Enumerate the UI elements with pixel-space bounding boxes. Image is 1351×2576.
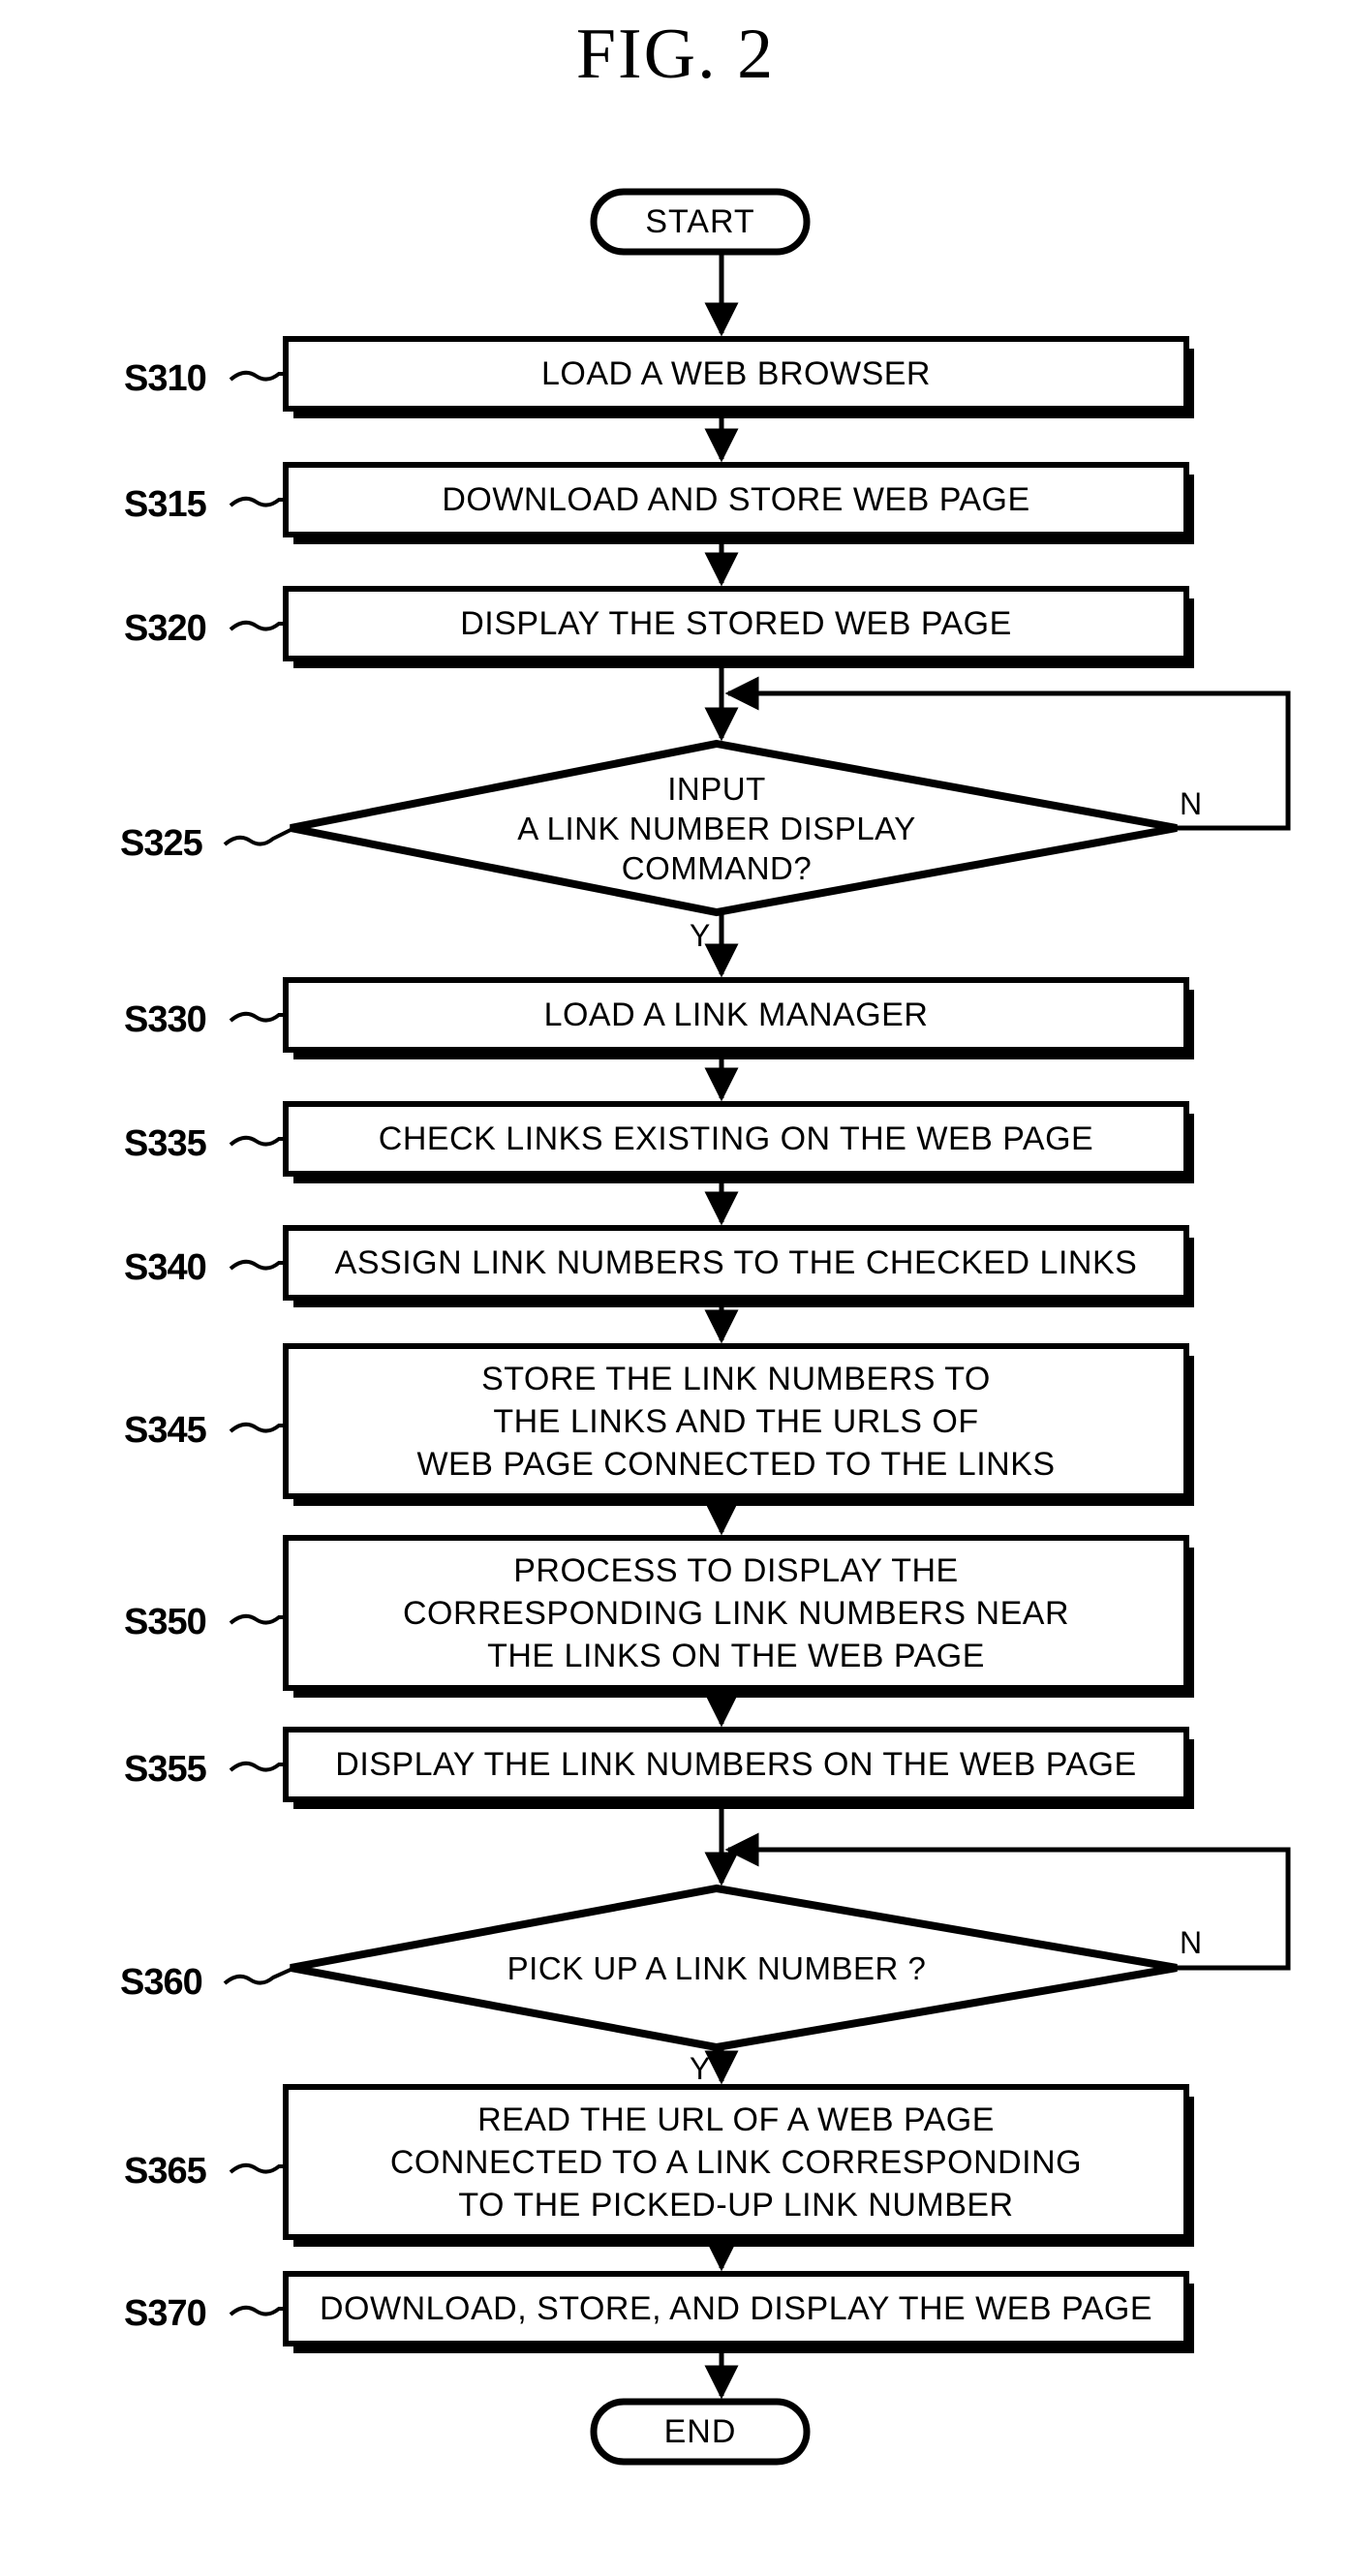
step-label-s335: S335 [124,1123,207,1164]
leader-s365 [229,2162,286,2174]
leader-s350 [229,1613,286,1625]
step-leader-lines [223,370,293,2316]
branch-label-s360-no: N [1180,1925,1203,1960]
step-label-s370: S370 [124,2293,207,2334]
node-s320-shape [283,586,1189,661]
leader-s330 [229,1011,286,1023]
leader-s335 [229,1135,286,1147]
leader-s360 [223,1967,293,1985]
node-s325-shape [290,739,1178,917]
node-start-shape [590,188,811,256]
leader-s310 [229,370,286,382]
leader-s320 [229,620,286,631]
branch-label-s325-no: N [1180,786,1203,821]
node-s330-shape [283,977,1189,1053]
node-s355-shape [283,1727,1189,1802]
step-label-s330: S330 [124,999,207,1040]
node-s315-shape [283,462,1189,537]
step-label-s365: S365 [124,2151,207,2192]
node-s370-shape [283,2271,1189,2346]
step-label-s315: S315 [124,484,207,525]
leader-s325 [223,827,293,846]
node-s335-shape [283,1101,1189,1177]
step-label-s340: S340 [124,1247,207,1288]
figure-page: FIG. 2 START END LOAD A WEB BROWSER DOWN… [0,0,1351,2576]
leader-s345 [229,1422,286,1433]
node-s350-shape [283,1535,1189,1691]
node-end-shape [590,2398,811,2466]
node-s365-shape [283,2084,1189,2240]
leader-s315 [229,496,286,507]
step-label-s355: S355 [124,1749,207,1790]
leader-s355 [229,1761,286,1772]
node-s360-shape [290,1884,1178,2052]
leader-s340 [229,1259,286,1271]
step-label-s310: S310 [124,358,207,399]
node-s345-shape [283,1343,1189,1499]
branch-label-s325-yes: Y [690,918,711,953]
node-s340-shape [283,1225,1189,1301]
step-label-s325: S325 [120,823,203,864]
step-label-s320: S320 [124,608,207,649]
step-label-s360: S360 [120,1962,203,2003]
leader-s370 [229,2305,286,2316]
branch-label-s360-yes: Y [690,2051,711,2086]
node-s310-shape [283,336,1189,412]
step-label-s350: S350 [124,1602,207,1642]
step-label-s345: S345 [124,1410,207,1451]
